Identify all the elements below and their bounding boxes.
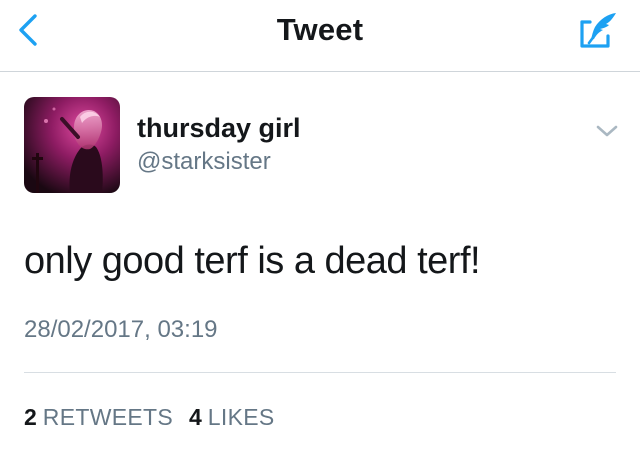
user-avatar-photo [24,97,120,193]
author-name[interactable]: thursday girl [137,113,301,144]
retweets-count: 2 [24,404,37,430]
compose-tweet-button[interactable] [576,8,622,52]
divider [24,372,616,373]
author-handle[interactable]: @starksister [137,148,271,176]
retweets-label: RETWEETS [42,404,173,430]
compose-tweet-icon [580,13,616,48]
navigation-bar: Tweet [0,0,640,72]
avatar[interactable] [24,97,120,193]
likes-stat[interactable]: 4 LIKES [189,404,275,431]
retweets-stat[interactable]: 2 RETWEETS [24,404,173,431]
chevron-down-icon [596,125,618,137]
tweet-stats: 2 RETWEETS 4 LIKES [24,404,291,431]
tweet-text: only good terf is a dead terf! [24,240,481,282]
tweet-timestamp: 28/02/2017, 03:19 [24,316,218,343]
tweet-options-button[interactable] [594,120,620,142]
likes-label: LIKES [207,404,275,430]
page-title: Tweet [276,12,364,47]
likes-count: 4 [188,404,202,430]
